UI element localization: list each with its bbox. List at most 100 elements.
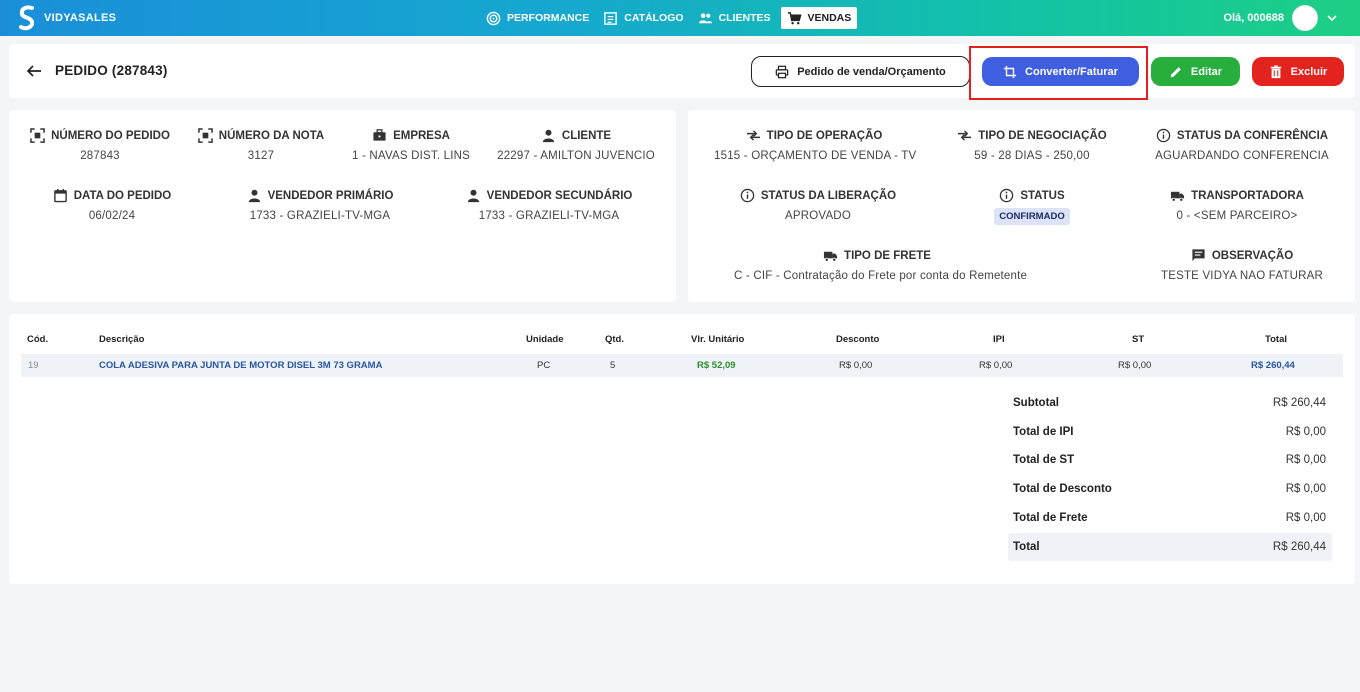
print-order-button[interactable]: Pedido de venda/Orçamento	[751, 56, 970, 87]
vidya-logo-icon	[19, 5, 35, 31]
nav-catalogo[interactable]: CATÁLOGO	[599, 7, 687, 29]
field-tipo-operacao-label: TIPO DE OPERAÇÃO	[766, 129, 883, 142]
cart-icon	[787, 11, 802, 24]
delete-button[interactable]: Excluir	[1252, 57, 1344, 86]
order-items-card: Cód. Descrição Unidade Qtd. Vlr. Unitári…	[9, 314, 1355, 584]
field-data-pedido-label: DATA DO PEDIDO	[73, 189, 172, 202]
order-header: PEDIDO (287843) Pedido de venda/Orçament…	[9, 44, 1355, 100]
col-header-unidade: Unidade	[526, 334, 564, 345]
comment-icon	[1192, 249, 1205, 262]
nav-vendas-label: VENDAS	[807, 12, 852, 24]
catalog-icon	[604, 11, 618, 25]
cell-descricao[interactable]: COLA ADESIVA PARA JUNTA DE MOTOR DISEL 3…	[99, 360, 382, 371]
field-empresa: EMPRESA 1 - NAVAS DIST. LINS	[345, 128, 477, 162]
summary-total: Total R$ 260,44	[1008, 533, 1332, 561]
cell-st: R$ 0,00	[1118, 360, 1152, 371]
target-icon	[486, 11, 501, 25]
nav-catalogo-label: CATÁLOGO	[624, 12, 684, 24]
chevron-down-icon[interactable]	[1326, 12, 1338, 24]
field-status-liberacao-label: STATUS DA LIBERAÇÃO	[760, 189, 897, 202]
scan-frame-icon	[197, 128, 213, 143]
field-tipo-negociacao-label: TIPO DE NEGOCIAÇÃO	[978, 129, 1107, 142]
convert-invoice-label: Converter/Faturar	[1025, 65, 1118, 78]
summary-total-st-value: R$ 0,00	[1285, 454, 1326, 466]
brand[interactable]: VIDYASALES	[18, 5, 116, 31]
calendar-icon	[53, 188, 67, 203]
field-status-conferencia-value: AGUARDANDO CONFERENCIA	[1155, 150, 1329, 162]
page-title: PEDIDO (287843)	[55, 63, 168, 78]
top-navbar: VIDYASALES PERFORMANCE CATÁLOGO CLIENTES…	[0, 0, 1360, 36]
field-numero-pedido: NÚMERO DO PEDIDO 287843	[27, 128, 173, 162]
status-badge: CONFIRMADO	[994, 208, 1070, 225]
field-empresa-value: 1 - NAVAS DIST. LINS	[352, 150, 470, 162]
order-info-card: NÚMERO DO PEDIDO 287843 NÚMERO DA NOTA 3…	[9, 110, 676, 302]
swap-arrows-icon	[746, 130, 760, 141]
col-header-desconto: Desconto	[836, 334, 880, 345]
field-tipo-operacao: TIPO DE OPERAÇÃO 1515 - ORÇAMENTO DE VEN…	[714, 128, 916, 163]
field-transportadora-value: 0 - <SEM PARCEIRO>	[1176, 210, 1298, 222]
summary-total-label: Total	[1013, 541, 1040, 553]
field-data-pedido-value: 06/02/24	[88, 210, 136, 222]
brand-name: VIDYASALES	[44, 12, 117, 24]
nav-vendas[interactable]: VENDAS	[780, 7, 858, 29]
field-observacao: OBSERVAÇÃO TESTE VIDYA NAO FATURAR	[1142, 248, 1342, 282]
field-vendedor-secundario-label: VENDEDOR SECUNDÁRIO	[486, 189, 633, 202]
field-cliente: CLIENTE 22297 - AMILTON JUVENCIO	[493, 128, 659, 163]
briefcase-icon	[373, 129, 386, 141]
field-transportadora-label: TRANSPORTADORA	[1191, 189, 1304, 202]
cell-desconto: R$ 0,00	[839, 360, 873, 371]
field-tipo-negociacao: TIPO DE NEGOCIAÇÃO 59 - 28 DIAS - 250,00	[952, 128, 1112, 162]
summary-total-ipi: Total de IPI R$ 0,00	[1008, 418, 1332, 446]
field-cliente-value: 22297 - AMILTON JUVENCIO	[497, 150, 655, 162]
nav-clientes-label: CLIENTES	[718, 12, 771, 24]
cell-qtd: 5	[610, 360, 616, 371]
operation-info-card: TIPO DE OPERAÇÃO 1515 - ORÇAMENTO DE VEN…	[688, 110, 1355, 302]
field-vendedor-secundario-value: 1733 - GRAZIELI-TV-MGA	[478, 210, 620, 222]
summary-total-frete-value: R$ 0,00	[1285, 512, 1326, 524]
info-icon	[1000, 188, 1014, 203]
avatar[interactable]	[1292, 5, 1318, 31]
cell-ipi: R$ 0,00	[979, 360, 1013, 371]
field-numero-nota: NÚMERO DA NOTA 3127	[195, 128, 327, 162]
col-header-st: ST	[1132, 334, 1145, 345]
pencil-icon	[1170, 66, 1181, 77]
field-status-label: STATUS	[1020, 189, 1065, 202]
field-tipo-frete: TIPO DE FRETE C - CIF - Contratação do F…	[734, 248, 1027, 283]
person-icon	[542, 129, 555, 143]
info-icon	[740, 188, 755, 203]
field-vendedor-primario-label: VENDEDOR PRIMÁRIO	[267, 189, 394, 202]
field-numero-pedido-label: NÚMERO DO PEDIDO	[51, 129, 170, 142]
nav-performance[interactable]: PERFORMANCE	[482, 7, 593, 29]
main-nav: PERFORMANCE CATÁLOGO CLIENTES VENDAS	[482, 7, 858, 29]
user-menu[interactable]: Olá, 000688	[1223, 5, 1338, 31]
nav-performance-label: PERFORMANCE	[507, 12, 590, 24]
printer-icon	[775, 65, 789, 78]
trash-icon	[1270, 64, 1281, 78]
nav-clientes[interactable]: CLIENTES	[694, 7, 775, 29]
summary-total-frete-label: Total de Frete	[1013, 512, 1088, 524]
summary-total-st-label: Total de ST	[1013, 454, 1075, 466]
field-numero-nota-value: 3127	[247, 150, 275, 162]
crop-icon	[1003, 65, 1017, 78]
edit-button[interactable]: Editar	[1151, 57, 1240, 86]
summary-total-st: Total de ST R$ 0,00	[1008, 446, 1332, 474]
field-status-liberacao: STATUS DA LIBERAÇÃO APROVADO	[738, 188, 898, 222]
cell-total: R$ 260,44	[1251, 360, 1295, 371]
col-header-cod: Cód.	[27, 334, 49, 345]
summary-total-desconto: Total de Desconto R$ 0,00	[1008, 475, 1332, 503]
convert-invoice-button[interactable]: Converter/Faturar	[982, 57, 1139, 86]
field-observacao-label: OBSERVAÇÃO	[1211, 249, 1294, 262]
col-header-descricao: Descrição	[99, 334, 145, 345]
truck-icon	[1171, 191, 1185, 202]
field-numero-nota-label: NÚMERO DA NOTA	[218, 129, 325, 142]
cell-cod: 19	[28, 360, 39, 371]
back-arrow-icon[interactable]	[26, 63, 42, 79]
field-vendedor-secundario: VENDEDOR SECUNDÁRIO 1733 - GRAZIELI-TV-M…	[461, 188, 637, 222]
field-tipo-negociacao-value: 59 - 28 DIAS - 250,00	[974, 150, 1090, 162]
edit-label: Editar	[1190, 65, 1223, 78]
print-order-label: Pedido de venda/Orçamento	[797, 65, 946, 78]
summary-total-ipi-label: Total de IPI	[1013, 426, 1074, 438]
field-status-conferencia-label: STATUS DA CONFERÊNCIA	[1176, 129, 1329, 142]
summary-subtotal-value: R$ 260,44	[1272, 397, 1326, 409]
col-header-ipi: IPI	[993, 334, 1005, 345]
